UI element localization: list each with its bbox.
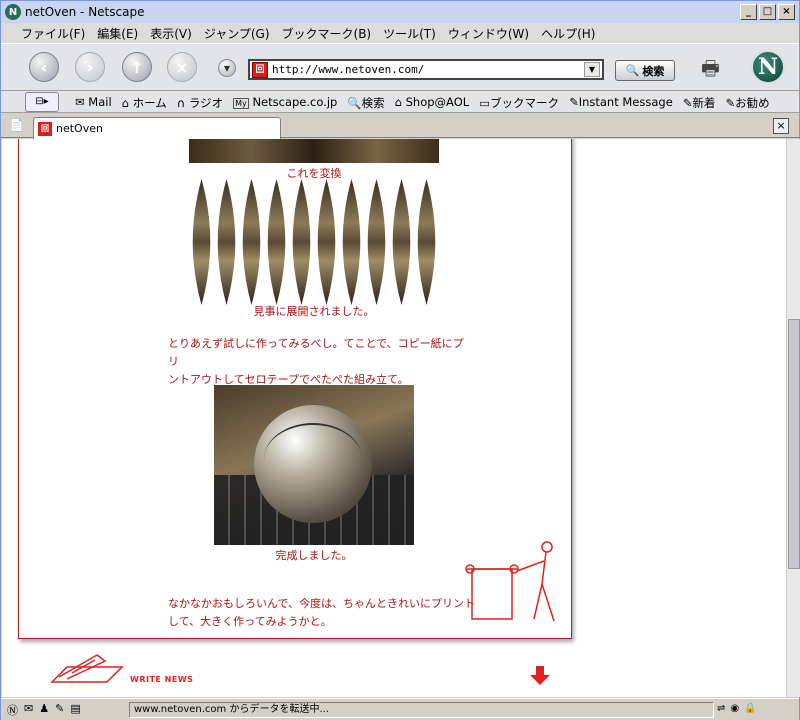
bookmark-radio[interactable]: ∩ ラジオ — [177, 95, 223, 111]
my-icon: My — [233, 98, 249, 109]
stop-icon: × — [175, 57, 189, 77]
bookmark-link-icon: ✎ — [725, 96, 736, 110]
navigation-toolbar: ‹ › ↑ × ▼ 回 http://www.netoven.com/ ▼ 🔍 … — [1, 43, 799, 91]
arrow-right-icon: › — [86, 57, 94, 77]
home-group-button[interactable]: ⊟▸ — [25, 92, 59, 112]
menu-go[interactable]: ジャンプ(G) — [204, 25, 270, 42]
mannequin-pushing-frame-icon — [465, 541, 555, 622]
bookmark-link-icon: ✎ — [682, 96, 693, 110]
folder-icon: ▭ — [479, 96, 491, 110]
tab-label: netOven — [56, 122, 103, 135]
bookmark-mail[interactable]: ✉ Mail — [75, 95, 112, 111]
vertical-scrollbar[interactable] — [786, 139, 800, 697]
envelope-icon: ✉ — [75, 95, 89, 109]
site-favicon: 回 — [252, 61, 268, 78]
new-tab-icon[interactable]: 📄 — [9, 118, 25, 134]
bookmark-netscape-co-jp[interactable]: My Netscape.co.jp — [233, 95, 337, 111]
address-book-icon[interactable]: ▤ — [70, 702, 80, 718]
shop-icon: ⌂ — [394, 95, 406, 109]
bookmark-link-icon: ✎ — [569, 95, 579, 109]
menu-bar: ファイル(F) 編集(E) 表示(V) ジャンプ(G) ブックマーク(B) ツー… — [1, 23, 799, 43]
unfolded-gores-image — [192, 179, 436, 305]
window-title: netOven - Netscape — [25, 5, 145, 19]
status-bar: Ⓝ ✉ ♟ ✎ ▤ www.netoven.com からデータを転送中... ⇌… — [1, 698, 799, 720]
url-input[interactable]: http://www.netoven.com/ — [272, 63, 584, 76]
mail-icon[interactable]: ✉ — [24, 702, 33, 718]
composer-icon[interactable]: ✎ — [55, 702, 64, 718]
instant-messenger-icon[interactable]: ♟ — [39, 702, 49, 718]
close-window-button[interactable]: × — [778, 4, 795, 20]
maximize-button[interactable]: □ — [759, 4, 776, 20]
search-button[interactable]: 🔍 検索 — [615, 60, 675, 81]
bookmark-shop-aol[interactable]: ⌂ Shop@AOL — [395, 95, 470, 111]
paragraph-next-plan: なかなかおもしろいんで、今度は、ちゃんときれいにプリント して、大きく作ってみよ… — [168, 597, 476, 628]
completed-sphere-photo — [214, 385, 414, 545]
netscape-app-icon: N — [5, 4, 21, 20]
title-bar: N netOven - Netscape _ □ × — [1, 1, 799, 23]
close-tab-button[interactable]: × — [773, 118, 789, 134]
write-news-link[interactable]: WRITE NEWS — [130, 675, 193, 684]
status-text: www.netoven.com からデータを転送中... — [129, 702, 714, 718]
print-icon[interactable]: 🖶 — [701, 54, 729, 80]
magnifier-icon: 🔍 — [347, 96, 362, 110]
security-lock-icon: 🔒 — [744, 703, 757, 714]
paragraph-try-build: とりあえず試しに作ってみるべし。てことで、コピー紙にプリ ントアウトしてセロテー… — [168, 337, 464, 386]
personal-toolbar: ⊟▸ ✉ Mail ⌂ ホーム ∩ ラジオ My Netscape.co.jp … — [1, 91, 799, 113]
menu-view[interactable]: 表示(V) — [150, 25, 192, 42]
url-dropdown-button[interactable]: ▼ — [584, 62, 600, 77]
menu-help[interactable]: ヘルプ(H) — [541, 25, 595, 42]
arrow-left-icon: ‹ — [40, 57, 48, 77]
menu-file[interactable]: ファイル(F) — [21, 25, 85, 42]
browser-window: N netOven - Netscape _ □ × ファイル(F) 編集(E)… — [0, 0, 800, 720]
caption-unfolded: 見事に展開されました。 — [253, 305, 375, 318]
netscape-throbber-logo[interactable]: N — [751, 50, 785, 84]
site-favicon: 回 — [38, 121, 52, 136]
navigator-icon[interactable]: Ⓝ — [7, 702, 18, 718]
scrollbar-thumb[interactable] — [788, 319, 800, 569]
magnifier-icon: 🔍 — [625, 64, 640, 77]
minimize-button[interactable]: _ — [740, 4, 757, 20]
arrow-down-icon[interactable] — [530, 666, 550, 686]
bookmark-new[interactable]: ✎新着 — [683, 95, 716, 111]
bookmark-home[interactable]: ⌂ ホーム — [122, 95, 167, 111]
menu-tools[interactable]: ツール(T) — [383, 25, 436, 42]
stop-button[interactable]: × — [167, 52, 197, 82]
page-content: これを変換 見事に展開されました。 とりあえず試しに作ってみるべし。てことで、コ… — [2, 139, 786, 697]
chevron-down-icon: ▼ — [223, 63, 231, 73]
history-dropdown-button[interactable]: ▼ — [218, 59, 236, 77]
menu-edit[interactable]: 編集(E) — [97, 25, 138, 42]
eye-icon: ◉ — [730, 703, 740, 714]
url-bar[interactable]: 回 http://www.netoven.com/ ▼ — [248, 59, 604, 80]
headphones-icon: ∩ — [176, 96, 189, 110]
tab-bar: 📄 回 netOven × — [1, 114, 799, 139]
reload-button[interactable]: ↑ — [122, 52, 152, 82]
back-button[interactable]: ‹ — [29, 52, 59, 82]
search-button-label: 検索 — [642, 64, 665, 78]
source-panorama-image — [189, 139, 439, 163]
menu-window[interactable]: ウィンドウ(W) — [448, 25, 529, 42]
caption-completed: 完成しました。 — [275, 549, 353, 562]
bookmark-instant-message[interactable]: ✎Instant Message — [569, 95, 673, 111]
menu-bookmarks[interactable]: ブックマーク(B) — [282, 25, 372, 42]
reload-icon: ↑ — [130, 57, 144, 77]
bookmark-recommended[interactable]: ✎お勧め — [725, 95, 769, 111]
tab-netoven[interactable]: 回 netOven — [33, 117, 281, 139]
bookmark-folder[interactable]: ▭ブックマーク — [479, 95, 559, 111]
bookmark-search[interactable]: 🔍検索 — [347, 95, 384, 111]
netoven-footer-logo[interactable] — [47, 647, 127, 687]
connection-icon: ⇌ — [717, 703, 726, 714]
forward-button[interactable]: › — [75, 52, 105, 82]
house-icon: ⌂ — [121, 96, 133, 110]
